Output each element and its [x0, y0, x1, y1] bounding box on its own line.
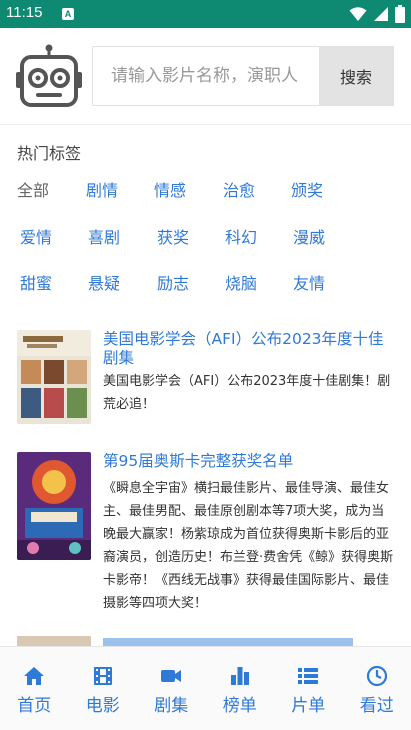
bar-chart-icon: [230, 667, 249, 685]
status-icons: [349, 5, 405, 23]
video-camera-icon: [161, 670, 182, 682]
tag-item[interactable]: 治愈: [223, 176, 255, 206]
article-title[interactable]: 第95届奥斯卡完整获奖名单: [103, 452, 395, 471]
signal-icon: [374, 7, 388, 21]
tag-item[interactable]: 剧情: [86, 176, 118, 206]
wifi-icon: [349, 7, 367, 21]
home-icon: [24, 667, 45, 685]
clock-icon: [366, 665, 387, 687]
tab-lists[interactable]: 片单: [274, 647, 343, 730]
tag-item[interactable]: 获奖: [157, 223, 189, 253]
article-item-partial: [0, 636, 411, 646]
search-button[interactable]: 搜索: [319, 47, 393, 105]
tab-series[interactable]: 剧集: [137, 647, 206, 730]
notification-icon: A: [62, 8, 74, 20]
tab-rankings[interactable]: 榜单: [206, 647, 275, 730]
tag-item[interactable]: 甜蜜: [20, 269, 52, 299]
tab-label: 榜单: [222, 696, 257, 716]
tab-label: 首页: [17, 696, 52, 716]
bottom-tab-bar: 首页 电影 剧集 榜单 片单 看过: [0, 646, 411, 730]
article-description: 美国电影学会（AFI）公布2023年度十佳剧集！剧荒必追！: [103, 374, 391, 412]
tag-item[interactable]: 科幻: [225, 223, 257, 253]
list-icon: [298, 668, 319, 684]
header: 搜索: [0, 28, 411, 124]
search-input[interactable]: [93, 47, 319, 105]
film-icon: [93, 667, 112, 685]
article-item[interactable]: 第95届奥斯卡完整获奖名单 《瞬息全宇宙》横扫最佳影片、最佳导演、最佳女主、最佳…: [0, 448, 411, 638]
tab-label: 剧集: [154, 696, 189, 716]
tag-item[interactable]: 喜剧: [88, 223, 120, 253]
article-item[interactable]: 美国电影学会（AFI）公布2023年度十佳剧集 美国电影学会（AFI）公布202…: [0, 320, 411, 430]
tab-movies[interactable]: 电影: [69, 647, 138, 730]
tag-item[interactable]: 全部: [17, 176, 49, 206]
search-box: 搜索: [92, 46, 394, 106]
tag-item[interactable]: 漫威: [293, 223, 325, 253]
tag-item[interactable]: 友情: [293, 269, 325, 299]
hot-tags-title: 热门标签: [17, 144, 82, 163]
article-description: 《瞬息全宇宙》横扫最佳影片、最佳导演、最佳女主、最佳男配、最佳原创剧本等7项大奖…: [103, 481, 394, 611]
tag-item[interactable]: 爱情: [20, 223, 52, 253]
article-thumbnail[interactable]: [17, 330, 91, 424]
tab-label: 看过: [359, 696, 394, 716]
robot-logo-icon[interactable]: [16, 44, 82, 108]
status-bar: 11:15 A: [0, 0, 411, 28]
tag-item[interactable]: 颁奖: [291, 176, 323, 206]
article-thumbnail[interactable]: [17, 452, 91, 560]
tag-item[interactable]: 情感: [154, 176, 186, 206]
status-time: 11:15: [6, 4, 43, 21]
tab-label: 片单: [291, 696, 326, 716]
tag-item[interactable]: 悬疑: [88, 269, 120, 299]
tag-item[interactable]: 烧脑: [225, 269, 257, 299]
tab-home[interactable]: 首页: [0, 647, 69, 730]
tag-item[interactable]: 励志: [157, 269, 189, 299]
header-divider: [0, 124, 411, 125]
battery-icon: [395, 5, 405, 23]
tab-watched[interactable]: 看过: [343, 647, 411, 730]
tab-label: 电影: [85, 696, 120, 716]
article-title[interactable]: 美国电影学会（AFI）公布2023年度十佳剧集: [103, 330, 395, 368]
